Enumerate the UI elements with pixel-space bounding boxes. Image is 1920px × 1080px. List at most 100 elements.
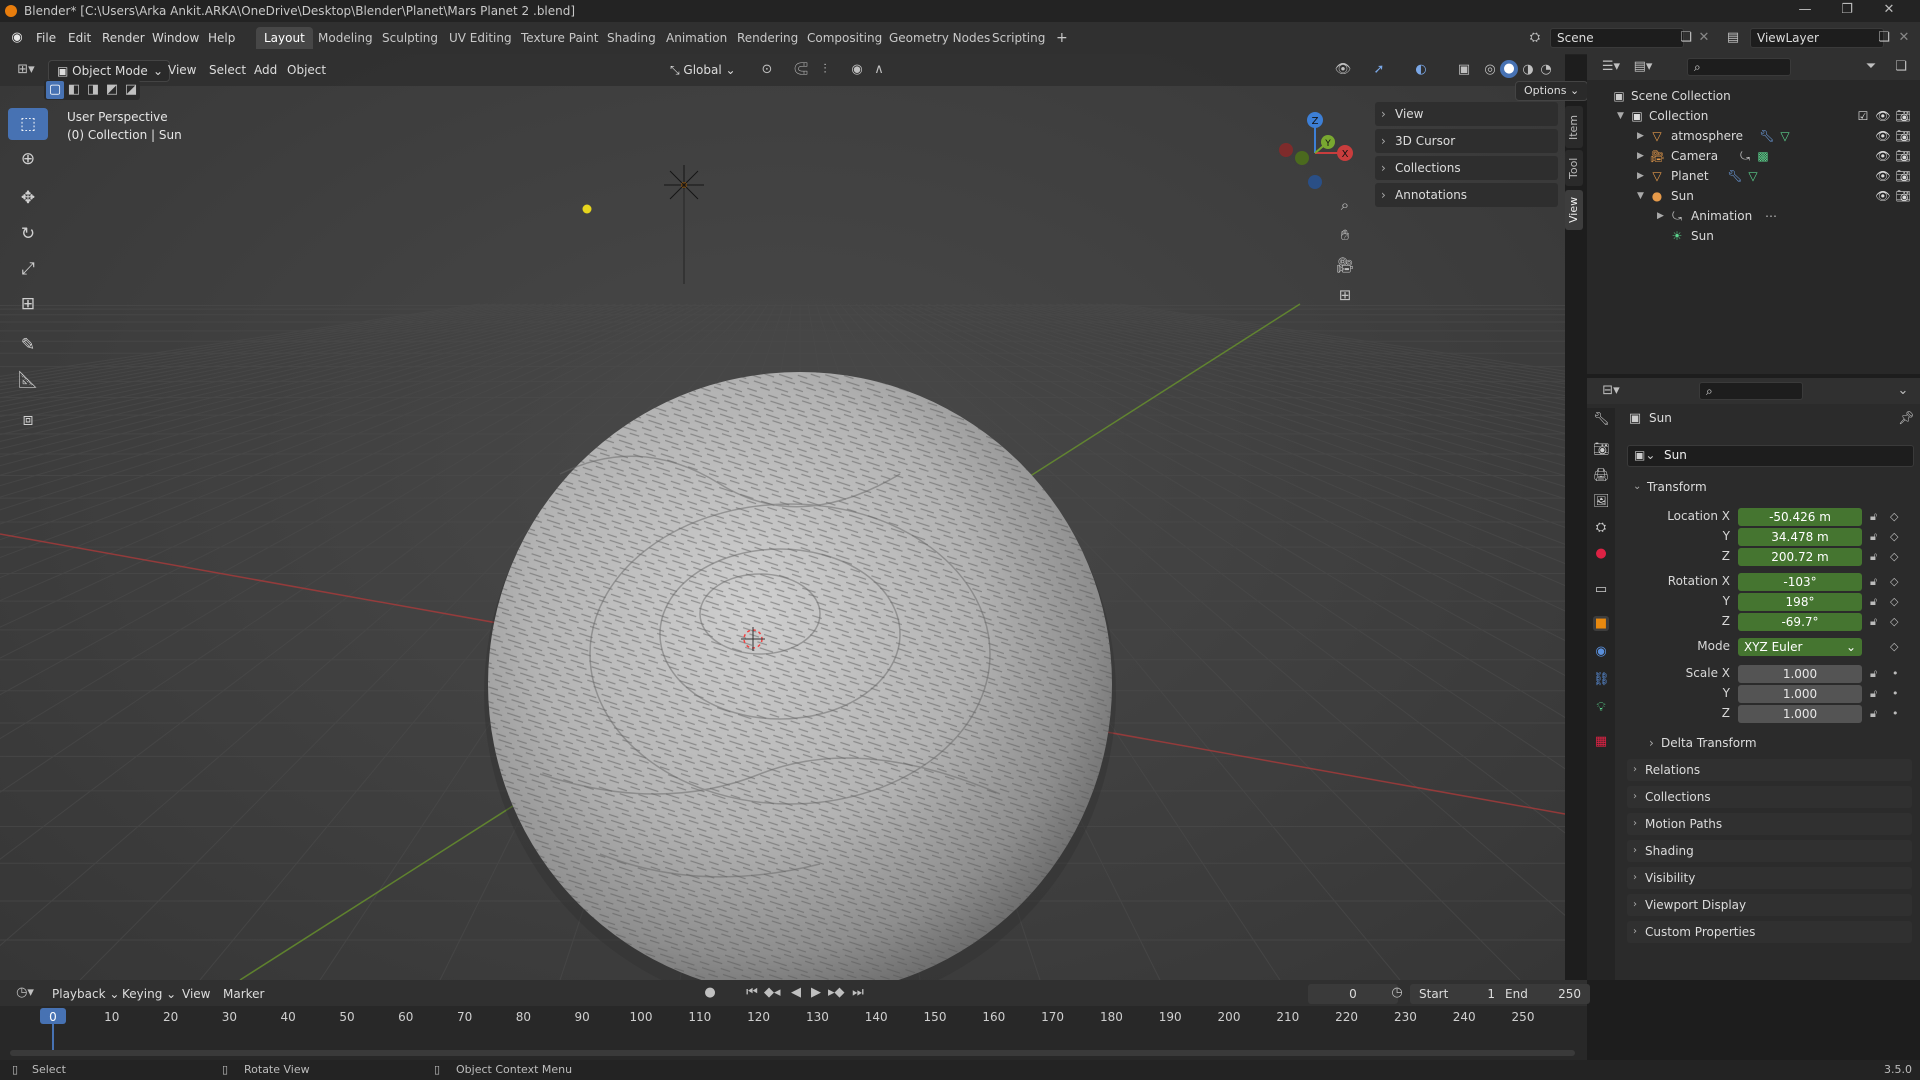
lock-icon[interactable]: 🔓︎: [1870, 550, 1877, 564]
minimize-icon[interactable]: —: [1790, 2, 1820, 17]
section-custom-properties[interactable]: › Custom Properties: [1627, 921, 1912, 943]
keyframe-dot-icon[interactable]: •: [1892, 667, 1899, 680]
end-frame-field[interactable]: End 250: [1496, 984, 1590, 1004]
ortho-grid-icon[interactable]: ⊞: [1334, 286, 1356, 304]
tab-geometry-nodes[interactable]: Geometry Nodes: [881, 27, 998, 49]
lock-icon[interactable]: 🔓︎: [1870, 707, 1877, 721]
eye-icon[interactable]: 👁︎: [1875, 166, 1891, 186]
cursor-tool-icon[interactable]: ⊕: [8, 143, 48, 175]
falloff-icon[interactable]: ∧: [870, 61, 888, 79]
light-data-props-icon[interactable]: 💡︎: [1593, 700, 1609, 715]
location-x-field[interactable]: -50.426 m: [1738, 508, 1862, 526]
render-camera-icon[interactable]: 📷︎: [1895, 146, 1911, 166]
object-mode-dropdown[interactable]: ▣ Object Mode ⌄: [48, 60, 170, 82]
editor-type-icon[interactable]: ⊞▾: [12, 61, 40, 79]
outliner-item-animation[interactable]: ▶ ⤿ Animation ⋯: [1587, 206, 1920, 226]
delta-transform-section[interactable]: › Delta Transform: [1645, 733, 1912, 753]
add-workspace-button[interactable]: +: [1048, 27, 1076, 49]
section-shading[interactable]: › Shading: [1627, 840, 1912, 862]
select-intersect-icon[interactable]: ◪: [122, 81, 140, 99]
jump-start-icon[interactable]: ⏮: [744, 984, 760, 1002]
eye-icon[interactable]: 👁︎: [1875, 126, 1891, 146]
outliner-item-camera[interactable]: ▶ 🎥︎ Camera ⤿ ▩ 👁︎ 📷︎: [1587, 146, 1920, 166]
physics-props-icon[interactable]: ◉: [1593, 644, 1609, 659]
lock-icon[interactable]: 🔓︎: [1870, 615, 1877, 629]
tab-rendering[interactable]: Rendering: [729, 27, 806, 49]
snap-icon[interactable]: 🧲︎: [790, 61, 812, 79]
tab-layout[interactable]: Layout: [256, 27, 313, 49]
scene-icon[interactable]: ⛭: [1526, 29, 1544, 47]
npanel-view[interactable]: › View: [1375, 102, 1558, 126]
keyframe-dot-icon[interactable]: •: [1892, 707, 1899, 720]
tab-texture-paint[interactable]: Texture Paint: [513, 27, 606, 49]
menu-help[interactable]: Help: [208, 31, 235, 45]
material-shading-icon[interactable]: ◑: [1520, 61, 1536, 79]
select-invert-icon[interactable]: ◩: [103, 81, 121, 99]
measure-tool-icon[interactable]: 📐︎: [8, 364, 48, 396]
select-extend-icon[interactable]: ◧: [65, 81, 83, 99]
eye-icon[interactable]: 👁︎: [1875, 186, 1891, 206]
display-mode-icon[interactable]: ▤▾: [1631, 58, 1655, 76]
section-collections[interactable]: › Collections: [1627, 786, 1912, 808]
world-props-icon[interactable]: ●: [1593, 546, 1609, 561]
snap-target-icon[interactable]: ⫶: [814, 61, 836, 79]
menu-edit[interactable]: Edit: [68, 31, 91, 45]
options-dropdown[interactable]: Options ⌄: [1515, 81, 1589, 101]
npanel-tab-view[interactable]: View: [1565, 190, 1583, 230]
viewlayer-icon[interactable]: ▤: [1724, 29, 1742, 47]
expand-right-icon[interactable]: ▶: [1637, 126, 1644, 146]
render-camera-icon[interactable]: 📷︎: [1895, 126, 1911, 146]
outliner-collection[interactable]: ▼ ▣ Collection ☑ 👁︎ 📷︎: [1587, 106, 1920, 126]
delete-scene-icon[interactable]: ✕: [1696, 29, 1712, 47]
clock-icon[interactable]: ◷: [1388, 984, 1406, 1002]
outliner-item-sun-data[interactable]: ☀ Sun: [1587, 226, 1920, 246]
wireframe-shading-icon[interactable]: ◎: [1482, 61, 1498, 79]
transform-section-header[interactable]: ⌄ Transform: [1627, 476, 1912, 498]
viewport-menu-select[interactable]: Select: [209, 60, 246, 80]
expand-down-icon[interactable]: ▼: [1637, 186, 1644, 206]
npanel-tab-item[interactable]: Item: [1565, 106, 1583, 148]
new-collection-icon[interactable]: ❏: [1892, 58, 1910, 76]
collection-props-icon[interactable]: ▭: [1593, 582, 1609, 597]
pan-hand-icon[interactable]: ✋︎: [1334, 226, 1356, 244]
properties-editor-icon[interactable]: ⊟▾: [1599, 382, 1623, 400]
rotation-y-field[interactable]: 198°: [1738, 593, 1862, 611]
render-camera-icon[interactable]: 📷︎: [1895, 166, 1911, 186]
scale-x-field[interactable]: 1.000: [1738, 665, 1862, 683]
outliner-search-input[interactable]: ⌕: [1687, 58, 1791, 76]
timeline-menu-playback[interactable]: Playback ⌄: [52, 984, 119, 1004]
rotate-tool-icon[interactable]: ↻: [8, 218, 48, 250]
expand-down-icon[interactable]: ▼: [1617, 106, 1624, 126]
npanel-3d-cursor[interactable]: › 3D Cursor: [1375, 129, 1558, 153]
timeline-menu-marker[interactable]: Marker: [223, 984, 264, 1004]
lock-icon[interactable]: 🔓︎: [1870, 575, 1877, 589]
viewport-menu-object[interactable]: Object: [287, 60, 326, 80]
move-tool-icon[interactable]: ✥: [8, 182, 48, 214]
scene-props-icon[interactable]: ⛭: [1593, 520, 1609, 535]
render-camera-icon[interactable]: 📷︎: [1895, 106, 1911, 126]
outliner-item-planet[interactable]: ▶ ▽ Planet 🔧︎ ▽ 👁︎ 📷︎: [1587, 166, 1920, 186]
pivot-icon[interactable]: ⊙: [756, 61, 778, 79]
timeline-menu-keying[interactable]: Keying ⌄: [122, 984, 176, 1004]
npanel-collections[interactable]: › Collections: [1375, 156, 1558, 180]
gizmo-toggle-icon[interactable]: ➚: [1368, 61, 1390, 79]
constraint-props-icon[interactable]: ⛓︎: [1593, 672, 1610, 687]
keyframe-icon[interactable]: ◇: [1890, 530, 1898, 543]
tool-props-icon[interactable]: 🔧︎: [1593, 412, 1610, 427]
section-visibility[interactable]: › Visibility: [1627, 867, 1912, 889]
menu-render[interactable]: Render: [102, 31, 145, 45]
outliner-item-atmosphere[interactable]: ▶ ▽ atmosphere 🔧︎ ▽ 👁︎ 📷︎: [1587, 126, 1920, 146]
prev-keyframe-icon[interactable]: ◆◂: [764, 984, 781, 1002]
lock-icon[interactable]: 🔓︎: [1870, 510, 1877, 524]
rotation-z-field[interactable]: -69.7°: [1738, 613, 1862, 631]
outliner-editor-icon[interactable]: ☰▾: [1599, 58, 1623, 76]
scale-tool-icon[interactable]: ⤢: [8, 253, 48, 285]
scale-z-field[interactable]: 1.000: [1738, 705, 1862, 723]
eye-icon[interactable]: 👁︎: [1875, 146, 1891, 166]
render-camera-icon[interactable]: 📷︎: [1895, 186, 1911, 206]
object-name-field[interactable]: ▣⌄ Sun: [1627, 445, 1914, 467]
tab-scripting[interactable]: Scripting: [984, 27, 1053, 49]
new-viewlayer-icon[interactable]: ❏: [1876, 29, 1892, 47]
keyframe-icon[interactable]: ◇: [1890, 550, 1898, 563]
tab-shading[interactable]: Shading: [599, 27, 664, 49]
